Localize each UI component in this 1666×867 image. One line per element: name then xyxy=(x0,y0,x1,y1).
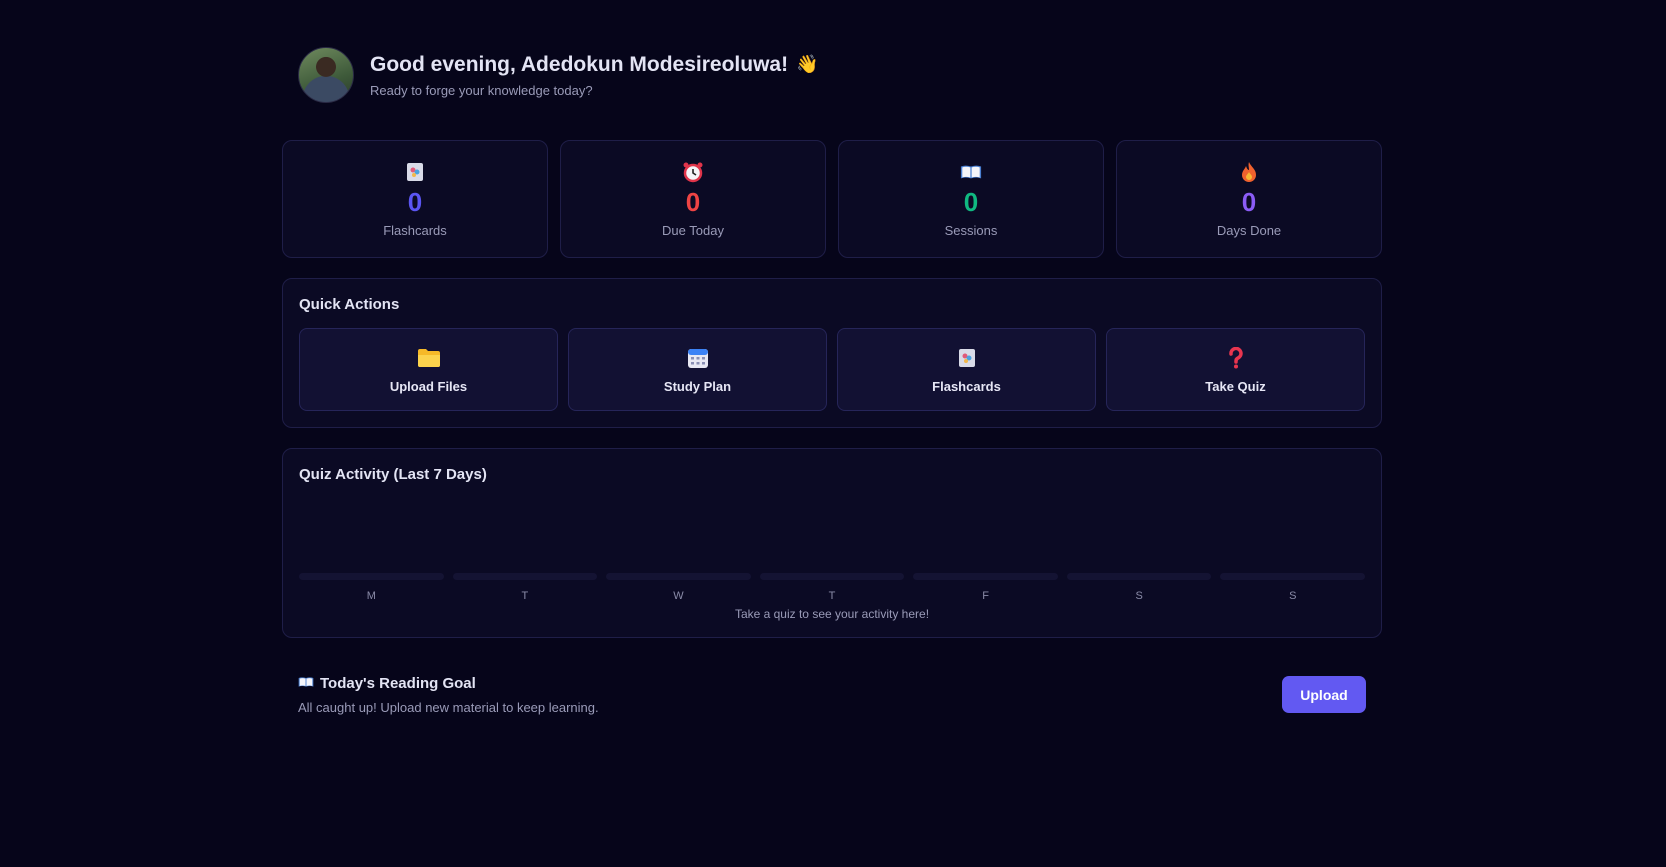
quick-actions-title: Quick Actions xyxy=(299,296,400,313)
stats-row: 0 Flashcards 0 Due Today 0 Sessions 0 Da… xyxy=(282,140,1382,258)
day-label: T xyxy=(521,590,529,602)
quiz-activity-panel: Quiz Activity (Last 7 Days) M T W T F S … xyxy=(282,448,1382,638)
activity-day: W xyxy=(606,573,751,602)
stat-value: 0 xyxy=(407,186,423,217)
upload-button[interactable]: Upload xyxy=(1282,676,1366,713)
activity-day: S xyxy=(1220,573,1366,602)
activity-bar xyxy=(606,573,751,580)
activity-empty-message: Take a quiz to see your activity here! xyxy=(734,607,930,621)
study-plan-button[interactable]: Study Plan xyxy=(568,328,827,411)
dashboard-page: Good evening, Adedokun Modesireoluwa! 👋 … xyxy=(0,0,1666,867)
quick-action-label: Upload Files xyxy=(389,378,468,394)
upload-files-button[interactable]: Upload Files xyxy=(299,328,558,411)
day-label: S xyxy=(1135,590,1143,602)
stat-value: 0 xyxy=(685,186,701,217)
stat-label: Sessions xyxy=(944,222,998,238)
stat-card-days-done: 0 Days Done xyxy=(1116,140,1382,258)
quiz-activity-title: Quiz Activity (Last 7 Days) xyxy=(299,466,487,483)
stat-card-flashcards: 0 Flashcards xyxy=(282,140,548,258)
calendar-icon xyxy=(686,346,710,370)
reading-goal: Today's Reading Goal All caught up! Uplo… xyxy=(298,675,599,715)
open-book-icon xyxy=(298,675,314,692)
user-avatar[interactable] xyxy=(298,47,354,103)
flashcards-icon xyxy=(404,161,426,183)
activity-day: T xyxy=(759,573,905,602)
activity-bar xyxy=(1220,573,1366,580)
stat-card-due-today: 0 Due Today xyxy=(560,140,826,258)
day-label: F xyxy=(982,590,989,602)
waving-hand-icon: 👋 xyxy=(796,54,819,74)
day-label: W xyxy=(673,590,684,602)
day-label: T xyxy=(828,590,836,602)
quick-action-label: Take Quiz xyxy=(1205,378,1266,394)
alarm-clock-icon xyxy=(682,161,704,183)
activity-bar xyxy=(299,573,444,580)
activity-day: T xyxy=(452,573,598,602)
quick-actions-panel: Quick Actions Upload Files Study Plan Fl… xyxy=(282,278,1382,428)
stat-value: 0 xyxy=(1241,186,1257,217)
greeting-subtitle: Ready to forge your knowledge today? xyxy=(370,82,593,98)
flashcards-icon xyxy=(955,346,979,370)
stat-label: Days Done xyxy=(1216,222,1282,238)
flashcards-button[interactable]: Flashcards xyxy=(837,328,1096,411)
day-label: M xyxy=(366,590,376,602)
activity-day: S xyxy=(1066,573,1212,602)
quick-action-label: Flashcards xyxy=(932,378,1001,394)
activity-bar xyxy=(913,573,1058,580)
activity-day: F xyxy=(913,573,1058,602)
day-label: S xyxy=(1289,590,1297,602)
activity-bars: M T W T F S S xyxy=(299,573,1366,602)
question-mark-icon xyxy=(1224,346,1248,370)
fire-icon xyxy=(1238,161,1260,183)
stat-value: 0 xyxy=(963,186,979,217)
greeting-title: Good evening, Adedokun Modesireoluwa! xyxy=(370,52,789,76)
reading-goal-title: Today's Reading Goal xyxy=(320,675,476,692)
quick-action-label: Study Plan xyxy=(663,378,732,394)
activity-bar xyxy=(759,573,905,580)
stat-label: Due Today xyxy=(662,222,724,238)
activity-bar xyxy=(1066,573,1212,580)
stat-card-sessions: 0 Sessions xyxy=(838,140,1104,258)
take-quiz-button[interactable]: Take Quiz xyxy=(1106,328,1365,411)
reading-goal-subtitle: All caught up! Upload new material to ke… xyxy=(298,700,599,715)
activity-bar xyxy=(452,573,598,580)
folder-icon xyxy=(417,346,441,370)
stat-label: Flashcards xyxy=(383,222,447,238)
open-book-icon xyxy=(960,161,982,183)
greeting-header: Good evening, Adedokun Modesireoluwa! 👋 … xyxy=(298,47,819,103)
activity-day: M xyxy=(299,573,444,602)
